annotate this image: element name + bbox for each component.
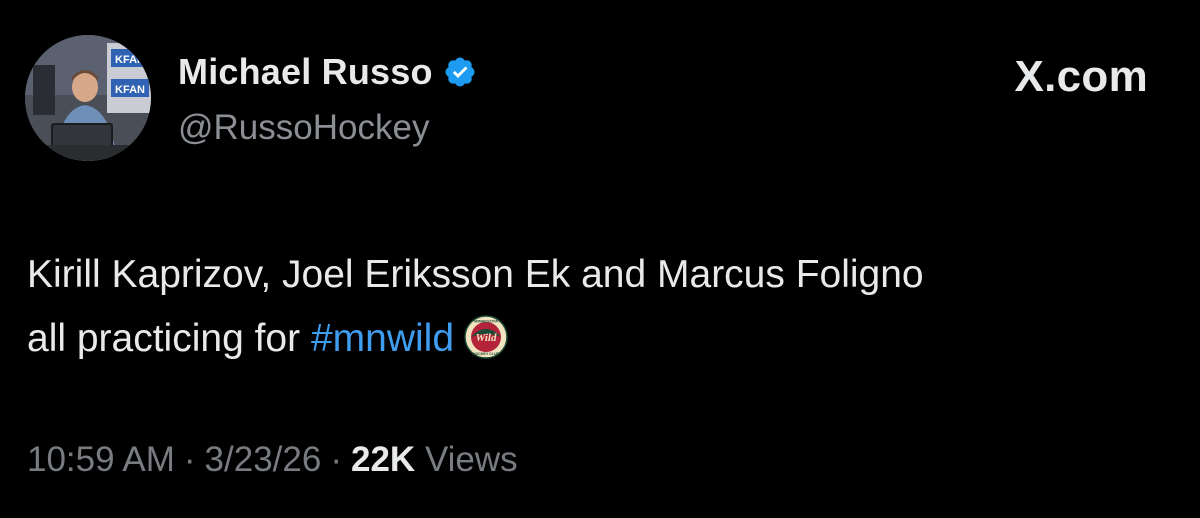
avatar-sign-top: KFAN [115, 54, 145, 66]
tweet-date[interactable]: 3/23/26 [205, 440, 322, 479]
meta-separator: · [183, 440, 196, 479]
author-avatar[interactable]: KFAN KFAN [25, 35, 151, 161]
tweet-text-line-2: all practicing for #mnwild MINNESOTA Wil… [27, 307, 1177, 371]
minnesota-wild-logo-icon: MINNESOTA Wild HOCKEY CLUB [464, 315, 508, 359]
wild-logo-ring-top: MINNESOTA [474, 319, 498, 324]
x-logo: X.com [1014, 52, 1148, 101]
author-name-row: Michael Russo [178, 50, 477, 94]
tweet-time[interactable]: 10:59 AM [27, 440, 175, 479]
author-handle[interactable]: @RussoHockey [178, 108, 429, 148]
tweet-card: KFAN KFAN Michael Russo @RussoHockey X.c… [0, 0, 1200, 518]
tweet-text-line-2-prefix: all practicing for [27, 317, 311, 360]
avatar-sign-bottom: KFAN [115, 84, 145, 96]
tweet-text: Kirill Kaprizov, Joel Eriksson Ek and Ma… [27, 243, 1177, 371]
meta-separator: · [330, 440, 342, 479]
author-display-name[interactable]: Michael Russo [178, 51, 433, 93]
views-count: 22K [350, 440, 416, 479]
verified-badge-icon [443, 55, 477, 89]
hashtag-link[interactable]: #mnwild [311, 317, 454, 360]
views-label: Views [424, 440, 518, 479]
wild-logo-wordmark: Wild [476, 332, 497, 344]
tweet-meta: 10:59 AM · 3/23/26 · 22K Views [27, 440, 518, 480]
tweet-text-line-1: Kirill Kaprizov, Joel Eriksson Ek and Ma… [27, 253, 924, 296]
wild-logo-ring-bottom: HOCKEY CLUB [473, 352, 500, 356]
